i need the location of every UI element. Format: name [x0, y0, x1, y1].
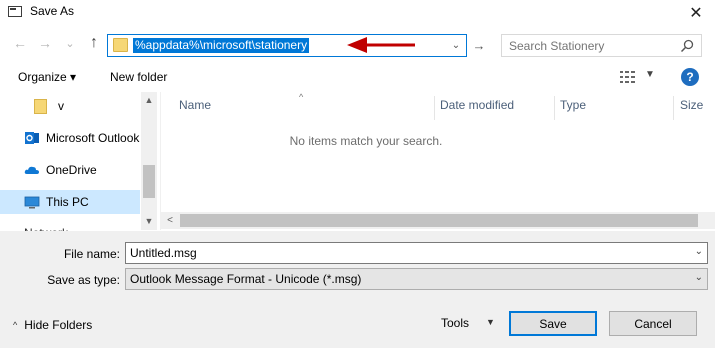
- computer-icon: [24, 196, 40, 209]
- nav-item-v[interactable]: v: [0, 94, 140, 118]
- organize-button[interactable]: Organize ▾: [18, 70, 76, 84]
- scroll-up-icon[interactable]: ▲: [141, 92, 157, 108]
- nav-scrollbar[interactable]: ▲ ▼: [141, 92, 157, 230]
- nav-item-label: This PC: [46, 195, 89, 209]
- window-icon: [8, 6, 22, 17]
- cancel-button[interactable]: Cancel: [609, 311, 697, 336]
- scroll-thumb[interactable]: [143, 165, 155, 198]
- up-arrow-icon[interactable]: ↑: [84, 33, 104, 53]
- close-button[interactable]: ✕: [677, 0, 715, 26]
- hide-folders-button[interactable]: ^ Hide Folders: [13, 318, 92, 332]
- onedrive-cloud-icon: [24, 166, 39, 174]
- back-arrow-icon[interactable]: ←: [10, 33, 30, 53]
- search-box[interactable]: [501, 34, 702, 57]
- file-name-label: File name:: [63, 247, 120, 261]
- column-header-date-modified[interactable]: Date modified: [434, 98, 514, 118]
- address-dropdown-icon[interactable]: ⌄: [448, 36, 464, 55]
- scroll-left-icon[interactable]: <: [163, 213, 177, 228]
- column-header-type[interactable]: Type: [554, 98, 586, 118]
- nav-item-onedrive[interactable]: OneDrive: [0, 158, 140, 182]
- folder-icon: [113, 38, 128, 52]
- view-dropdown-icon[interactable]: ▼: [645, 69, 655, 80]
- navigation-pane: v Microsoft Outlook OneDrive This PC: [0, 92, 157, 230]
- outlook-icon: [25, 132, 39, 144]
- search-input[interactable]: [509, 39, 679, 53]
- tools-button[interactable]: Tools: [441, 316, 469, 330]
- window-title: Save As: [30, 4, 75, 18]
- save-as-type-value[interactable]: Outlook Message Format - Unicode (*.msg): [130, 272, 361, 286]
- save-as-type-select[interactable]: Outlook Message Format - Unicode (*.msg)…: [125, 268, 708, 290]
- tools-dropdown-icon[interactable]: ▼: [486, 317, 495, 327]
- scroll-thumb[interactable]: [180, 214, 698, 227]
- go-arrow-icon[interactable]: →: [470, 36, 488, 55]
- file-list: ^ Name Date modified Type Size No items …: [160, 92, 715, 230]
- empty-message: No items match your search.: [289, 134, 443, 148]
- nav-item-this-pc[interactable]: This PC: [0, 190, 140, 214]
- recent-locations-icon[interactable]: ⌄: [60, 33, 80, 53]
- forward-arrow-icon[interactable]: →: [35, 33, 55, 53]
- chevron-down-icon[interactable]: ⌄: [695, 246, 703, 257]
- column-header-size[interactable]: Size: [674, 98, 703, 118]
- file-name-input[interactable]: [130, 246, 670, 260]
- save-form: File name: ⌄ Save as type: Outlook Messa…: [0, 231, 715, 348]
- new-folder-button[interactable]: New folder: [110, 70, 167, 84]
- save-as-type-label: Save as type:: [47, 273, 120, 287]
- horizontal-scrollbar[interactable]: <: [161, 212, 715, 229]
- nav-item-label: Microsoft Outlook: [46, 131, 140, 145]
- nav-item-label: OneDrive: [46, 163, 97, 177]
- annotation-arrow-icon: [347, 37, 415, 53]
- search-icon[interactable]: [679, 38, 695, 54]
- scroll-down-icon[interactable]: ▼: [141, 213, 157, 229]
- title-bar: Save As ✕: [0, 0, 715, 26]
- nav-item-label: v: [58, 99, 64, 113]
- toolbar: Organize ▾ New folder ▼ ?: [0, 64, 715, 92]
- hide-folders-label: Hide Folders: [24, 318, 93, 332]
- chevron-up-icon: ^: [13, 320, 18, 330]
- column-header-name[interactable]: Name: [173, 98, 211, 118]
- save-button[interactable]: Save: [509, 311, 597, 336]
- view-options-icon[interactable]: [620, 71, 636, 83]
- sort-ascending-icon: ^: [299, 92, 304, 102]
- chevron-down-icon[interactable]: ⌄: [695, 272, 703, 283]
- address-path[interactable]: %appdata%\microsoft\stationery: [133, 38, 310, 53]
- nav-item-microsoft-outlook[interactable]: Microsoft Outlook: [0, 126, 140, 150]
- file-name-field[interactable]: ⌄: [125, 242, 708, 264]
- folder-icon: [34, 98, 47, 114]
- help-icon[interactable]: ?: [681, 68, 699, 86]
